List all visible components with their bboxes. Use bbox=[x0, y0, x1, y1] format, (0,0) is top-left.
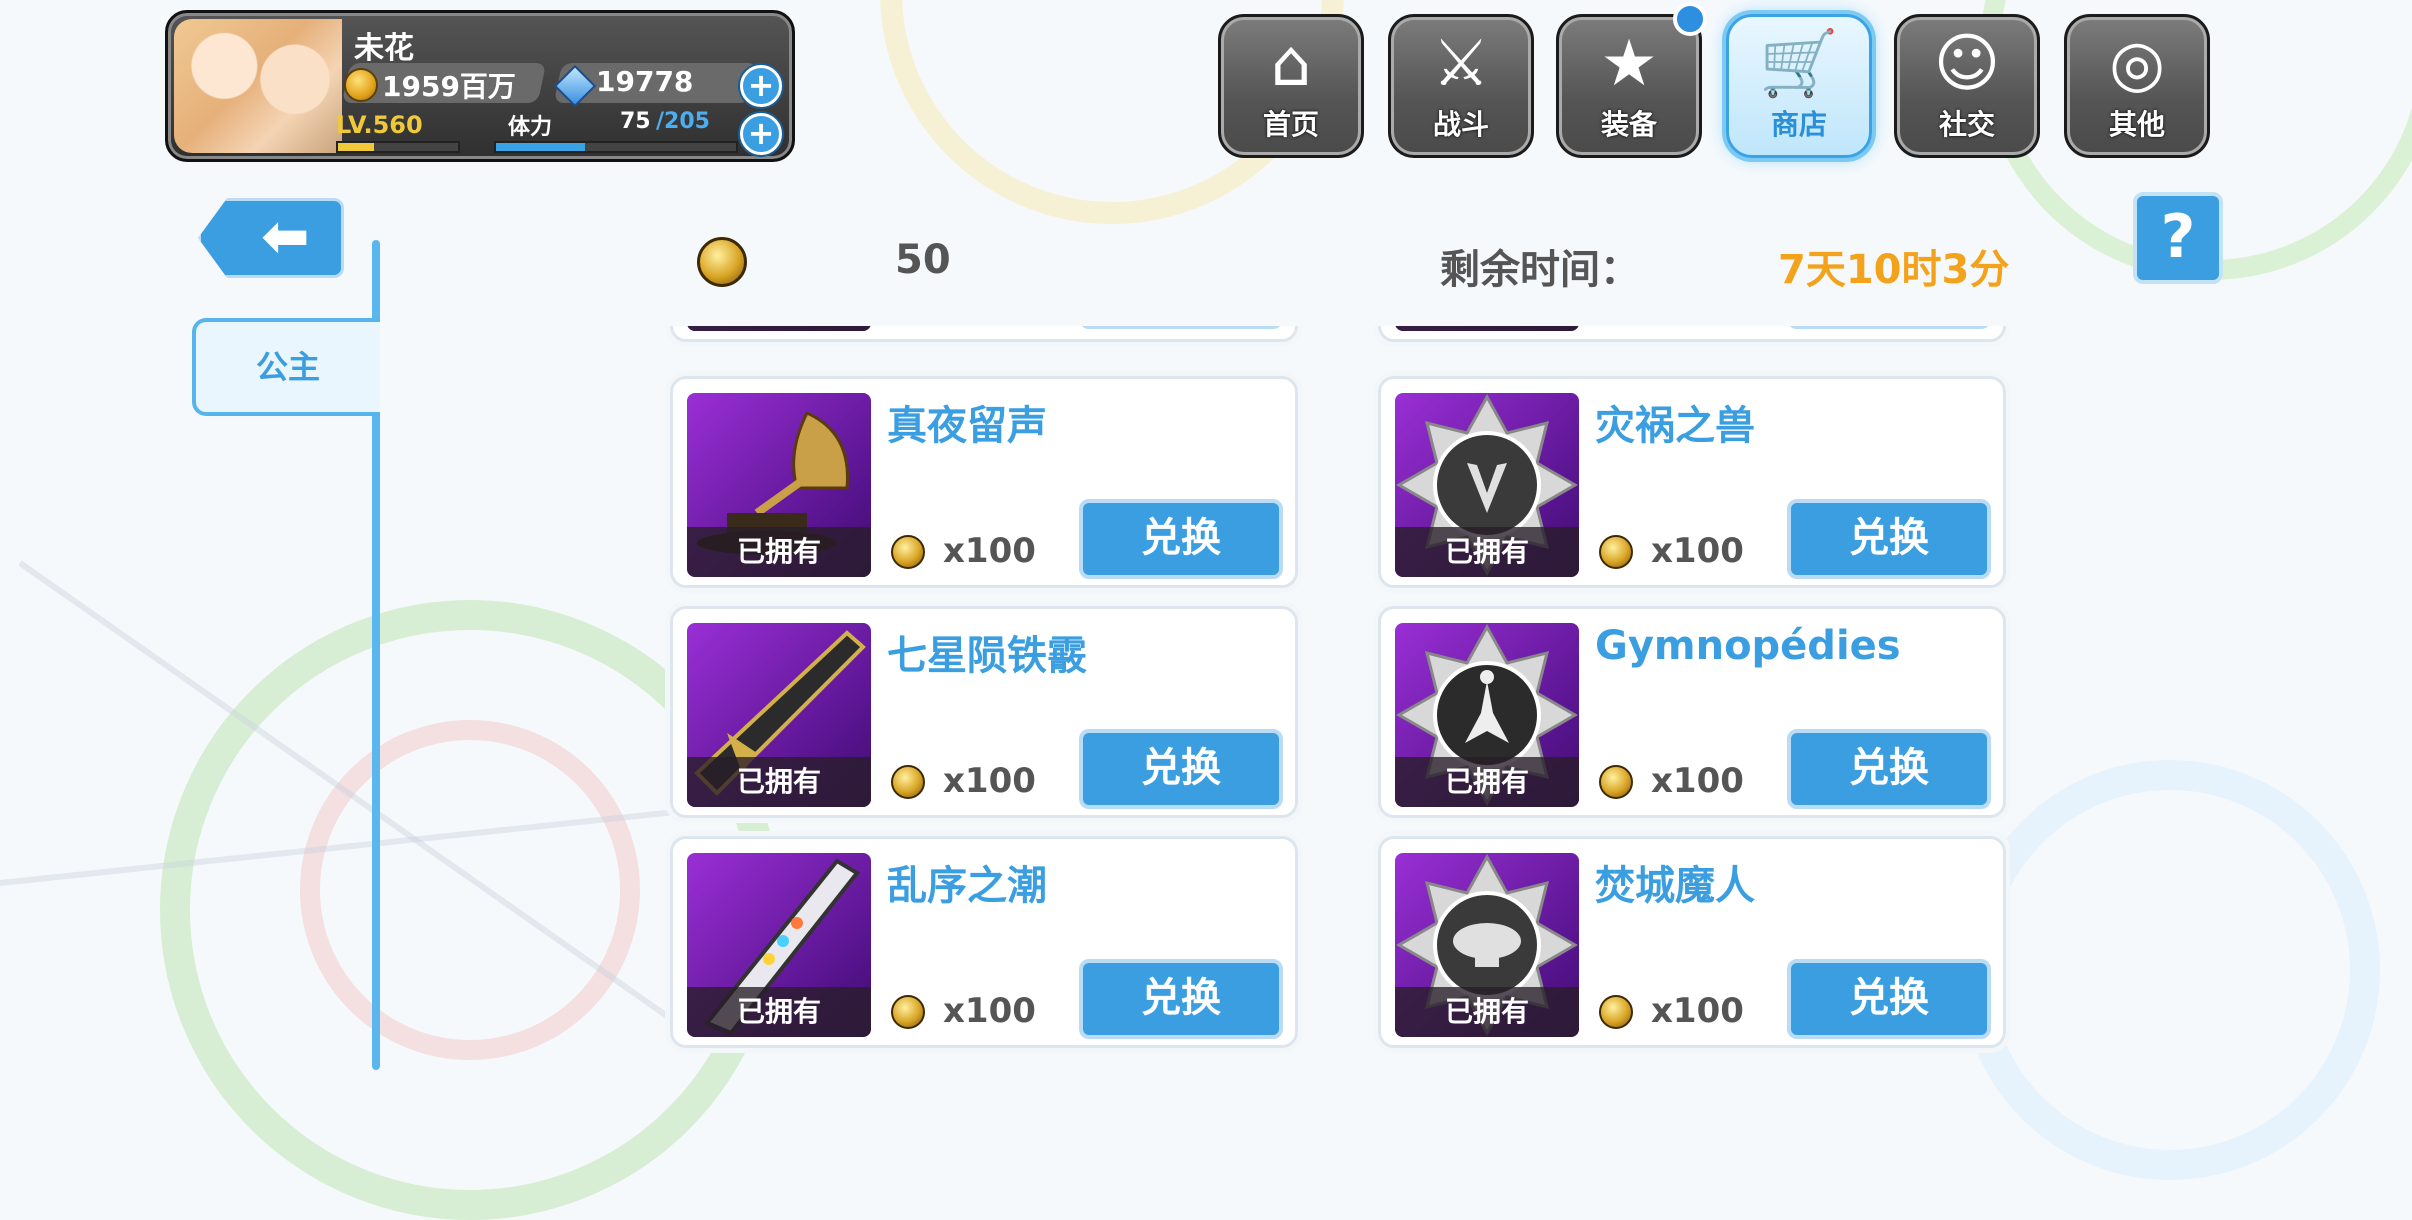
shop-icon: 🛒 bbox=[1759, 27, 1839, 101]
exp-bar-fill bbox=[338, 143, 374, 151]
shop-item-card: 已拥有 x100 bbox=[670, 326, 1298, 342]
price-coin-icon bbox=[1599, 995, 1633, 1029]
price-coin-icon bbox=[891, 995, 925, 1029]
back-button[interactable]: ⬅ bbox=[198, 198, 344, 278]
exchange-button[interactable] bbox=[1079, 326, 1283, 329]
item-thumbnail: 已拥有 bbox=[1395, 393, 1579, 577]
item-price: x100 bbox=[943, 991, 1036, 1031]
shop-token-icon bbox=[697, 237, 747, 287]
exchange-button[interactable]: 兑换 bbox=[1787, 499, 1991, 579]
nav-label: 首页 bbox=[1262, 108, 1319, 141]
equipment-icon: ★ bbox=[1600, 27, 1658, 101]
remaining-time-value: 7天10时3分 bbox=[1778, 247, 2010, 293]
exchange-button[interactable] bbox=[1787, 326, 1991, 329]
notification-dot bbox=[1673, 2, 1707, 36]
price-coin-icon bbox=[1599, 535, 1633, 569]
item-thumbnail: 已拥有 bbox=[1395, 326, 1579, 331]
shop-token-count: 50 bbox=[895, 237, 951, 283]
nav-other[interactable]: ◎ 其他 bbox=[2064, 14, 2210, 158]
gem-amount: 19778 bbox=[596, 65, 694, 98]
item-price: x100 bbox=[1651, 761, 1744, 801]
player-profile-panel[interactable]: 未花 1959百万 19778 + LV.560 体力 75 /205 + bbox=[165, 10, 795, 162]
item-thumbnail: 已拥有 bbox=[687, 326, 871, 331]
shop-item-card: 已拥有 焚城魔人 x100 兑换 bbox=[1378, 836, 2006, 1048]
nav-home[interactable]: ⌂ 首页 bbox=[1218, 14, 1364, 158]
item-name: Gymnopédies bbox=[1595, 623, 1901, 669]
nav-label: 装备 bbox=[1600, 108, 1657, 141]
exp-bar bbox=[336, 141, 460, 153]
shop-item-card: 已拥有 七星陨铁霰 x100 兑换 bbox=[670, 606, 1298, 818]
shop-item-card: 已拥有 Gymnopédies x100 兑换 bbox=[1378, 606, 2006, 818]
player-avatar[interactable] bbox=[174, 19, 342, 153]
stamina-current: 75 bbox=[620, 109, 651, 134]
price-coin-icon bbox=[891, 535, 925, 569]
background-ring bbox=[300, 720, 640, 1060]
shop-item-card: 已拥有 乱序之潮 x100 兑换 bbox=[670, 836, 1298, 1048]
help-button[interactable]: ? bbox=[2133, 192, 2223, 284]
shop-item-card: 已拥有 x100 bbox=[1378, 326, 2006, 342]
battle-icon: ⚔ bbox=[1432, 27, 1490, 101]
nav-label: 其他 bbox=[2108, 108, 2165, 141]
back-arrow-icon: ⬅ bbox=[261, 202, 310, 270]
exchange-button[interactable]: 兑换 bbox=[1079, 729, 1283, 809]
owned-label: 已拥有 bbox=[1395, 326, 1579, 331]
item-name: 灾祸之兽 bbox=[1595, 403, 1755, 449]
shop-item-card: 已拥有 真夜留声 x100 兑换 bbox=[670, 376, 1298, 588]
owned-label: 已拥有 bbox=[687, 757, 871, 807]
player-name: 未花 bbox=[354, 31, 414, 66]
item-price: x100 bbox=[943, 761, 1036, 801]
price-coin-icon bbox=[1599, 765, 1633, 799]
home-icon: ⌂ bbox=[1270, 27, 1312, 101]
owned-label: 已拥有 bbox=[687, 326, 871, 331]
item-thumbnail: 已拥有 bbox=[1395, 623, 1579, 807]
shop-item-card: 已拥有 灾祸之兽 x100 兑换 bbox=[1378, 376, 2006, 588]
price-coin-icon bbox=[891, 765, 925, 799]
owned-label: 已拥有 bbox=[687, 987, 871, 1037]
item-thumbnail: 已拥有 bbox=[1395, 853, 1579, 1037]
exchange-button[interactable]: 兑换 bbox=[1787, 729, 1991, 809]
exchange-button[interactable]: 兑换 bbox=[1079, 959, 1283, 1039]
gold-amount: 1959百万 bbox=[382, 70, 516, 103]
stamina-bar bbox=[494, 141, 738, 153]
owned-label: 已拥有 bbox=[1395, 987, 1579, 1037]
remaining-time-label: 剩余时间： bbox=[1440, 247, 1640, 293]
item-thumbnail: 已拥有 bbox=[687, 853, 871, 1037]
exchange-button[interactable]: 兑换 bbox=[1787, 959, 1991, 1039]
item-name: 乱序之潮 bbox=[887, 863, 1047, 909]
nav-label: 战斗 bbox=[1432, 108, 1489, 141]
item-name: 真夜留声 bbox=[887, 403, 1047, 449]
sidebar-tab-princess[interactable]: 公主 bbox=[192, 318, 380, 416]
nav-label: 商店 bbox=[1770, 108, 1827, 141]
nav-equipment[interactable]: ★ 装备 bbox=[1556, 14, 1702, 158]
owned-label: 已拥有 bbox=[687, 527, 871, 577]
owned-label: 已拥有 bbox=[1395, 757, 1579, 807]
item-price: x100 bbox=[943, 531, 1036, 571]
other-icon: ◎ bbox=[2109, 27, 2165, 101]
nav-label: 社交 bbox=[1938, 108, 1995, 141]
shop-item-list[interactable]: 已拥有 x100 已拥有 x100 已拥有 真夜留声 x100 兑换 bbox=[660, 326, 2010, 1080]
background-line bbox=[18, 560, 678, 1025]
item-thumbnail: 已拥有 bbox=[687, 393, 871, 577]
item-name: 焚城魔人 bbox=[1595, 863, 1755, 909]
background-ring bbox=[1960, 760, 2380, 1180]
player-level: LV.560 bbox=[336, 111, 423, 139]
stamina-max: /205 bbox=[656, 109, 710, 134]
add-stamina-button[interactable]: + bbox=[740, 113, 782, 155]
nav-battle[interactable]: ⚔ 战斗 bbox=[1388, 14, 1534, 158]
owned-label: 已拥有 bbox=[1395, 527, 1579, 577]
nav-social[interactable]: ☺ 社交 bbox=[1894, 14, 2040, 158]
stamina-bar-fill bbox=[496, 143, 585, 151]
item-name: 七星陨铁霰 bbox=[887, 633, 1087, 679]
item-price: x100 bbox=[1651, 531, 1744, 571]
social-icon: ☺ bbox=[1933, 27, 2001, 101]
add-gems-button[interactable]: + bbox=[740, 65, 782, 107]
exchange-button[interactable]: 兑换 bbox=[1079, 499, 1283, 579]
stamina-label: 体力 bbox=[508, 115, 553, 140]
item-thumbnail: 已拥有 bbox=[687, 623, 871, 807]
gold-coin-icon bbox=[344, 68, 378, 102]
item-price: x100 bbox=[1651, 991, 1744, 1031]
nav-shop[interactable]: 🛒 商店 bbox=[1726, 14, 1872, 158]
